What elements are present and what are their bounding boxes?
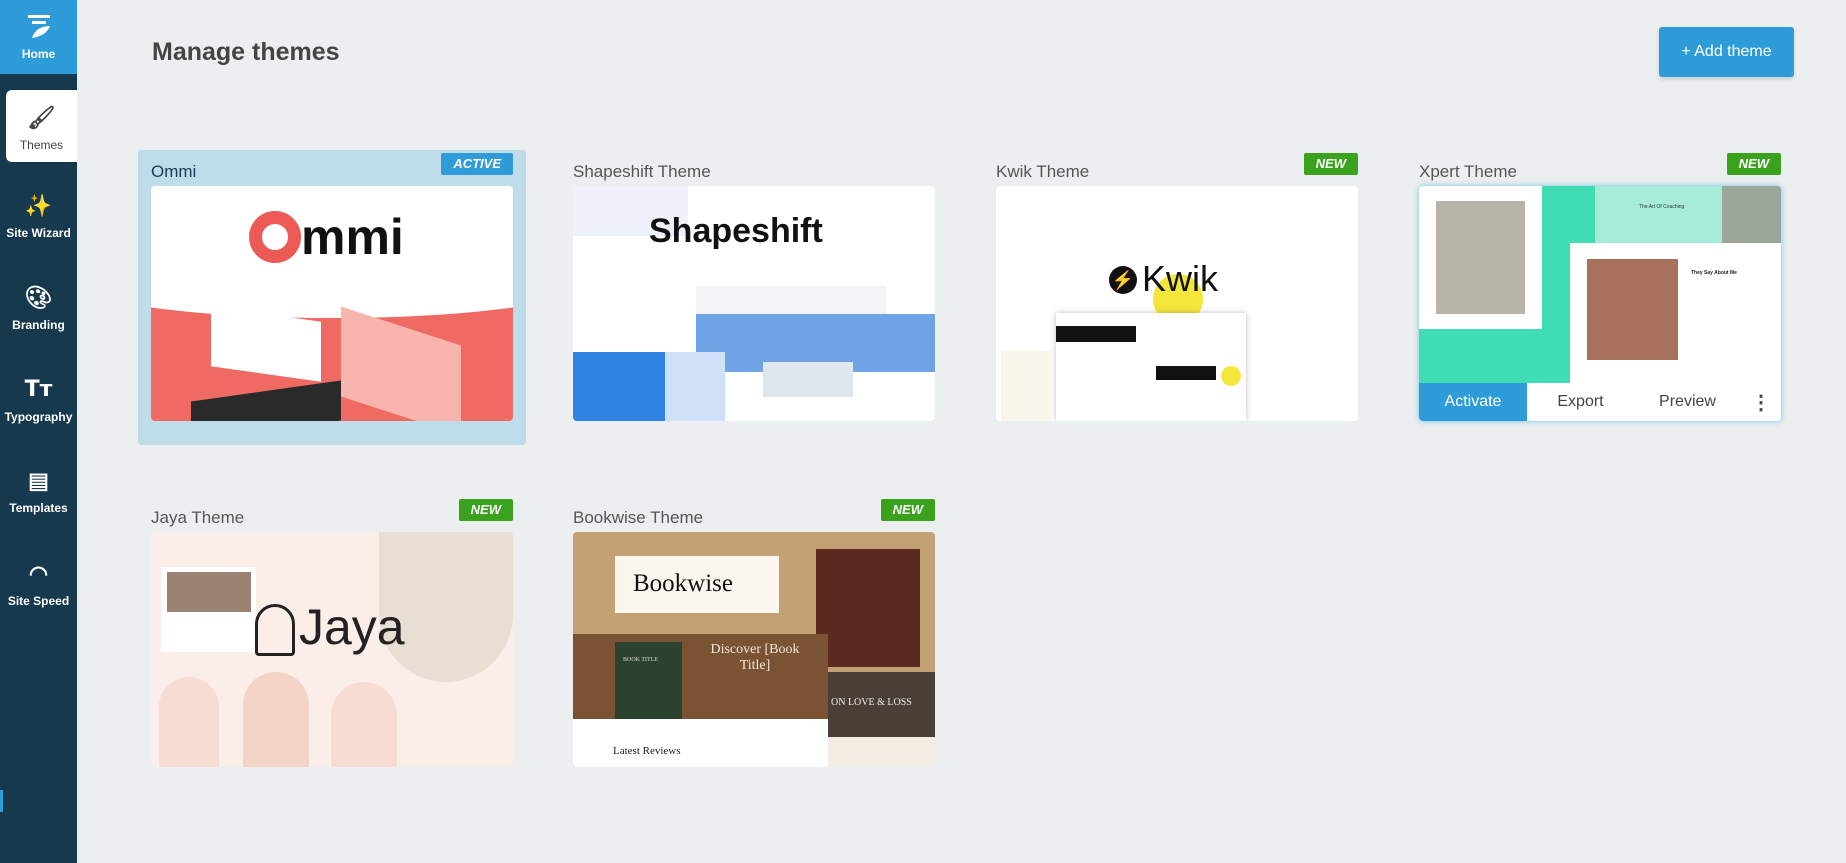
sidebar-item-label: Branding	[12, 318, 65, 332]
theme-name: Ommi	[151, 162, 197, 181]
theme-name: Xpert Theme	[1419, 162, 1517, 181]
export-button[interactable]: Export	[1527, 393, 1634, 411]
ommi-logo: mmi	[301, 209, 404, 265]
theme-name: Jaya Theme	[151, 508, 245, 527]
theme-name: Kwik Theme	[996, 162, 1090, 181]
book-title-text: BOOK TITLE	[623, 657, 659, 663]
add-theme-button[interactable]: + Add theme	[1659, 27, 1794, 77]
magic-wand-icon: ✨	[24, 193, 53, 218]
sidebar-item-label: Typography	[4, 410, 73, 424]
theme-preview: Shapeshift	[573, 186, 935, 421]
collapse-handle[interactable]	[0, 790, 3, 812]
theme-preview: mmi	[151, 186, 513, 421]
theme-preview: The Art Of Coaching They Say About Me Ac…	[1419, 186, 1781, 421]
sidebar-item-home[interactable]: Home	[0, 0, 77, 74]
new-badge: NEW	[458, 499, 513, 521]
new-badge: NEW	[1726, 153, 1781, 175]
sidebar-item-branding[interactable]: 🎨︎ Branding	[0, 284, 77, 332]
new-badge: NEW	[880, 499, 935, 521]
sidebar-item-label: Home	[21, 47, 56, 61]
theme-preview: Bookwise BOOK TITLE Discover [Book Title…	[573, 532, 935, 767]
xpert-preview-heading: The Art Of Coaching	[1639, 204, 1685, 210]
active-badge: ACTIVE	[441, 153, 513, 175]
theme-preview: ⚡ Kwik	[996, 186, 1358, 421]
palette-icon: 🎨︎	[24, 285, 53, 310]
typography-icon: Tт	[24, 377, 53, 402]
sidebar-item-themes[interactable]: 🖌 Themes	[6, 90, 77, 162]
home-logo-icon	[27, 15, 50, 38]
bookwise-hero-text: Discover [Book Title]	[710, 642, 800, 673]
kwik-logo: Kwik	[1142, 258, 1219, 299]
more-options-icon[interactable]: ⋮	[1741, 390, 1781, 415]
page-title: Manage themes	[152, 38, 340, 66]
sidebar-item-label: Templates	[9, 501, 68, 515]
themes-brush-icon: 🖌	[27, 105, 56, 130]
speedometer-icon: ◠	[28, 561, 49, 586]
bookwise-logo: Bookwise	[633, 570, 733, 597]
xpert-preview-testimonials: They Say About Me	[1691, 270, 1737, 276]
sidebar-item-label: Themes	[19, 138, 64, 152]
sidebar: Home 🖌 Themes ✨ Site Wizard 🎨︎ Branding …	[0, 0, 77, 863]
sidebar-item-label: Site Wizard	[6, 226, 71, 240]
kwik-bolt-icon: ⚡	[1109, 266, 1137, 294]
sidebar-item-templates[interactable]: ▤ Templates	[0, 467, 77, 515]
theme-actions-bar: Activate Export Preview ⋮	[1419, 383, 1781, 421]
shapeshift-logo: Shapeshift	[649, 212, 823, 250]
templates-icon: ▤	[28, 468, 49, 493]
preview-button[interactable]: Preview	[1634, 393, 1741, 411]
sidebar-item-site-speed[interactable]: ◠ Site Speed	[0, 560, 77, 608]
activate-button[interactable]: Activate	[1419, 383, 1527, 421]
sidebar-item-site-wizard[interactable]: ✨ Site Wizard	[0, 192, 77, 240]
theme-name: Shapeshift Theme	[573, 162, 711, 181]
jaya-logo: Jaya	[299, 599, 405, 655]
theme-name: Bookwise Theme	[573, 508, 704, 527]
latest-reviews-text: Latest Reviews	[613, 745, 681, 757]
theme-preview: Jaya	[151, 532, 513, 767]
bookwise-banner-text: ON LOVE & LOSS	[831, 697, 912, 708]
sidebar-item-label: Site Speed	[7, 594, 70, 608]
sidebar-item-typography[interactable]: Tт Typography	[0, 376, 77, 424]
new-badge: NEW	[1303, 153, 1358, 175]
jaya-logo-icon	[255, 604, 295, 656]
